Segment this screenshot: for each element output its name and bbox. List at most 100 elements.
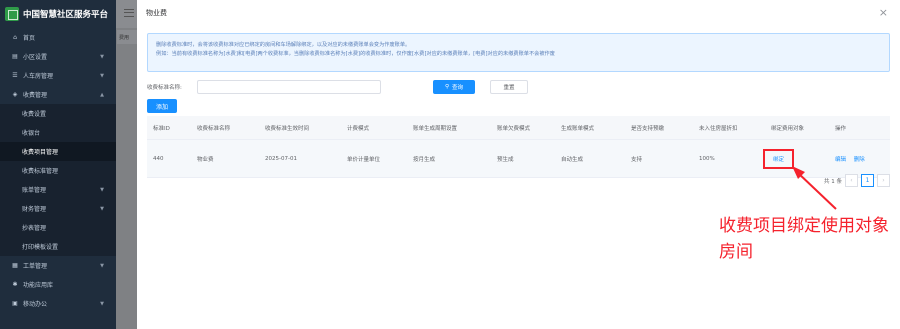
sidebar-item-label: 移动办公	[23, 301, 48, 308]
column-header: 是否支持预缴	[631, 125, 665, 132]
sidebar-item[interactable]: 抄表管理	[0, 218, 116, 237]
cell-discount: 100%	[699, 155, 715, 162]
add-button[interactable]: 添加	[147, 99, 177, 113]
sidebar-item-label: 收费设置	[22, 111, 47, 118]
bind-link[interactable]: 绑定	[773, 157, 784, 163]
column-header: 操作	[835, 125, 847, 132]
sidebar-item[interactable]: ☰ 人车房管理 ▼	[0, 66, 116, 85]
chevron-down-icon: ▼	[100, 186, 104, 193]
sidebar-item[interactable]: 打印模板设置	[0, 237, 116, 256]
chevron-down-icon: ▼	[100, 205, 104, 212]
sidebar-item-label: 收费管理	[23, 92, 48, 99]
edit-link[interactable]: 编辑	[835, 157, 846, 163]
close-icon[interactable]: ×	[879, 6, 888, 19]
column-header: 生成账单模式	[561, 125, 595, 132]
bind-highlight: 绑定	[763, 148, 795, 169]
hamburger-icon[interactable]	[124, 9, 134, 17]
delete-link[interactable]: 删除	[854, 157, 865, 163]
sidebar-item[interactable]: ▣ 移动办公 ▼	[0, 294, 116, 313]
sidebar-item[interactable]: 收费设置	[0, 104, 116, 123]
building-icon: ▤	[12, 52, 18, 60]
mobile-icon: ▣	[12, 299, 18, 307]
sidebar-item-label: 收费项目管理	[22, 149, 59, 156]
cell-mode: 单价计量单位	[347, 156, 381, 163]
chevron-down-icon: ▼	[100, 300, 104, 307]
brand: 中国智慧社区服务平台	[0, 0, 116, 28]
column-header: 账单欠费模式	[497, 125, 531, 132]
sidebar-item-label: 财务管理	[22, 206, 47, 213]
search-label: 收费标准名称:	[147, 85, 182, 91]
column-header: 收费标准生效时间	[265, 125, 310, 132]
sidebar-item[interactable]: ✱ 功能应用库	[0, 275, 116, 294]
search-row: 收费标准名称:	[147, 80, 381, 94]
sidebar-item[interactable]: 收费标准管理	[0, 161, 116, 180]
sidebar-item[interactable]: 收费项目管理	[0, 142, 116, 161]
reset-button[interactable]: 重置	[490, 80, 528, 94]
sidebar-menu: ⌂ 首页 ▤ 小区设置 ▼ ☰ 人车房管理 ▼ ◈ 收费管理 ▲ 收费设置收银台收费项目管理 收费标准管…	[0, 28, 116, 313]
sidebar-item[interactable]: ▦ 工单管理 ▼	[0, 256, 116, 275]
sidebar-item-label: 打印模板设置	[22, 244, 59, 251]
cell-cycle: 按月生成	[413, 156, 436, 163]
table-header: 标准ID 收费标准名称 收费标准生效时间 计费模式 账单生成周期设置 账单欠费模式 生成账单…	[147, 116, 890, 140]
table-row: 440 物业费 2025-07-01 单价计量单位 按月生成 预生成 自动生成 …	[147, 140, 890, 178]
cell-arrears: 预生成	[497, 156, 514, 163]
column-header: 绑定费用对象	[771, 125, 805, 132]
fee-standard-dialog: 物业费 × 删除收费标准时，会将该收费标准对应已绑定的房间和车场解除绑定，以及对…	[137, 0, 900, 329]
sidebar-item[interactable]: ⌂ 首页	[0, 28, 116, 47]
notice-alert: 删除收费标准时，会将该收费标准对应已绑定的房间和车场解除绑定，以及对应的未缴费账…	[147, 33, 890, 72]
sidebar-item[interactable]: ◈ 收费管理 ▲	[0, 85, 116, 104]
sidebar-item-label: 收费标准管理	[22, 168, 59, 175]
sidebar-item-label: 抄表管理	[22, 225, 47, 232]
column-header: 账单生成周期设置	[413, 125, 458, 132]
sidebar-item-label: 账单管理	[22, 187, 47, 194]
chevron-down-icon: ▼	[100, 262, 104, 269]
sidebar-item-label: 首页	[23, 35, 36, 42]
brand-logo	[5, 7, 19, 21]
fee-standard-table: 标准ID 收费标准名称 收费标准生效时间 计费模式 账单生成周期设置 账单欠费模式 生成账单…	[147, 116, 890, 178]
chevron-down-icon: ▼	[100, 72, 104, 79]
sidebar-item[interactable]: 财务管理 ▼	[0, 199, 116, 218]
query-button[interactable]: ⚲ 查询	[433, 80, 475, 94]
sidebar-item-label: 功能应用库	[23, 282, 54, 289]
sidebar-item[interactable]: 账单管理 ▼	[0, 180, 116, 199]
dialog-title: 物业费	[146, 9, 167, 17]
ticket-icon: ▦	[12, 261, 18, 269]
background-tab: 费用	[117, 30, 137, 44]
cell-actions: 编辑 删除	[829, 155, 890, 163]
notice-line-2: 例如：当前有收费标准名称为[水费]和[电费]两个收费标准，当删除收费标准名称为[…	[156, 51, 555, 57]
pager-total: 共 1 条	[824, 178, 842, 185]
brand-title: 中国智慧社区服务平台	[23, 10, 109, 20]
sidebar-item[interactable]: ▤ 小区设置 ▼	[0, 47, 116, 66]
pager-prev-button[interactable]: ‹	[845, 174, 858, 187]
sidebar: 中国智慧社区服务平台 ⌂ 首页 ▤ 小区设置 ▼ ☰ 人车房管理 ▼ ◈ 收费管理 ▲ 收费设置收银台…	[0, 0, 116, 329]
cell-name: 物业费	[197, 156, 214, 163]
apps-icon: ✱	[12, 280, 18, 288]
pagination: 共 1 条 ‹ 1 ›	[824, 174, 890, 187]
pager-next-button[interactable]: ›	[877, 174, 890, 187]
sidebar-item-label: 工单管理	[23, 263, 48, 270]
column-header: 计费模式	[347, 125, 370, 132]
annotation-text: 收费项目绑定使用对象房间	[719, 216, 889, 262]
chevron-down-icon: ▼	[100, 53, 104, 60]
sidebar-item-label: 收银台	[22, 130, 41, 137]
cell-generate: 自动生成	[561, 156, 584, 163]
notice-line-1: 删除收费标准时，会将该收费标准对应已绑定的房间和车场解除绑定，以及对应的未缴费账…	[156, 42, 411, 48]
search-input[interactable]	[197, 80, 381, 94]
people-icon: ☰	[12, 71, 18, 79]
cell-prepay: 支持	[631, 156, 643, 163]
cell-bind: 绑定	[763, 148, 829, 169]
fee-icon: ◈	[12, 90, 18, 98]
cell-id: 440	[153, 155, 164, 162]
chevron-up-icon: ▲	[100, 91, 104, 98]
sidebar-item[interactable]: 收银台	[0, 123, 116, 142]
column-header: 未入住房屋折扣	[699, 125, 738, 132]
search-icon: ⚲	[444, 84, 449, 90]
query-button-label: 查询	[452, 85, 464, 91]
pager-page-1[interactable]: 1	[861, 174, 874, 187]
sidebar-item-label: 小区设置	[23, 54, 48, 61]
sidebar-item-label: 人车房管理	[23, 73, 54, 80]
column-header: 收费标准名称	[197, 125, 231, 132]
dialog-header: 物业费 ×	[137, 0, 900, 26]
home-icon: ⌂	[13, 33, 17, 41]
cell-effective: 2025-07-01	[265, 155, 297, 162]
